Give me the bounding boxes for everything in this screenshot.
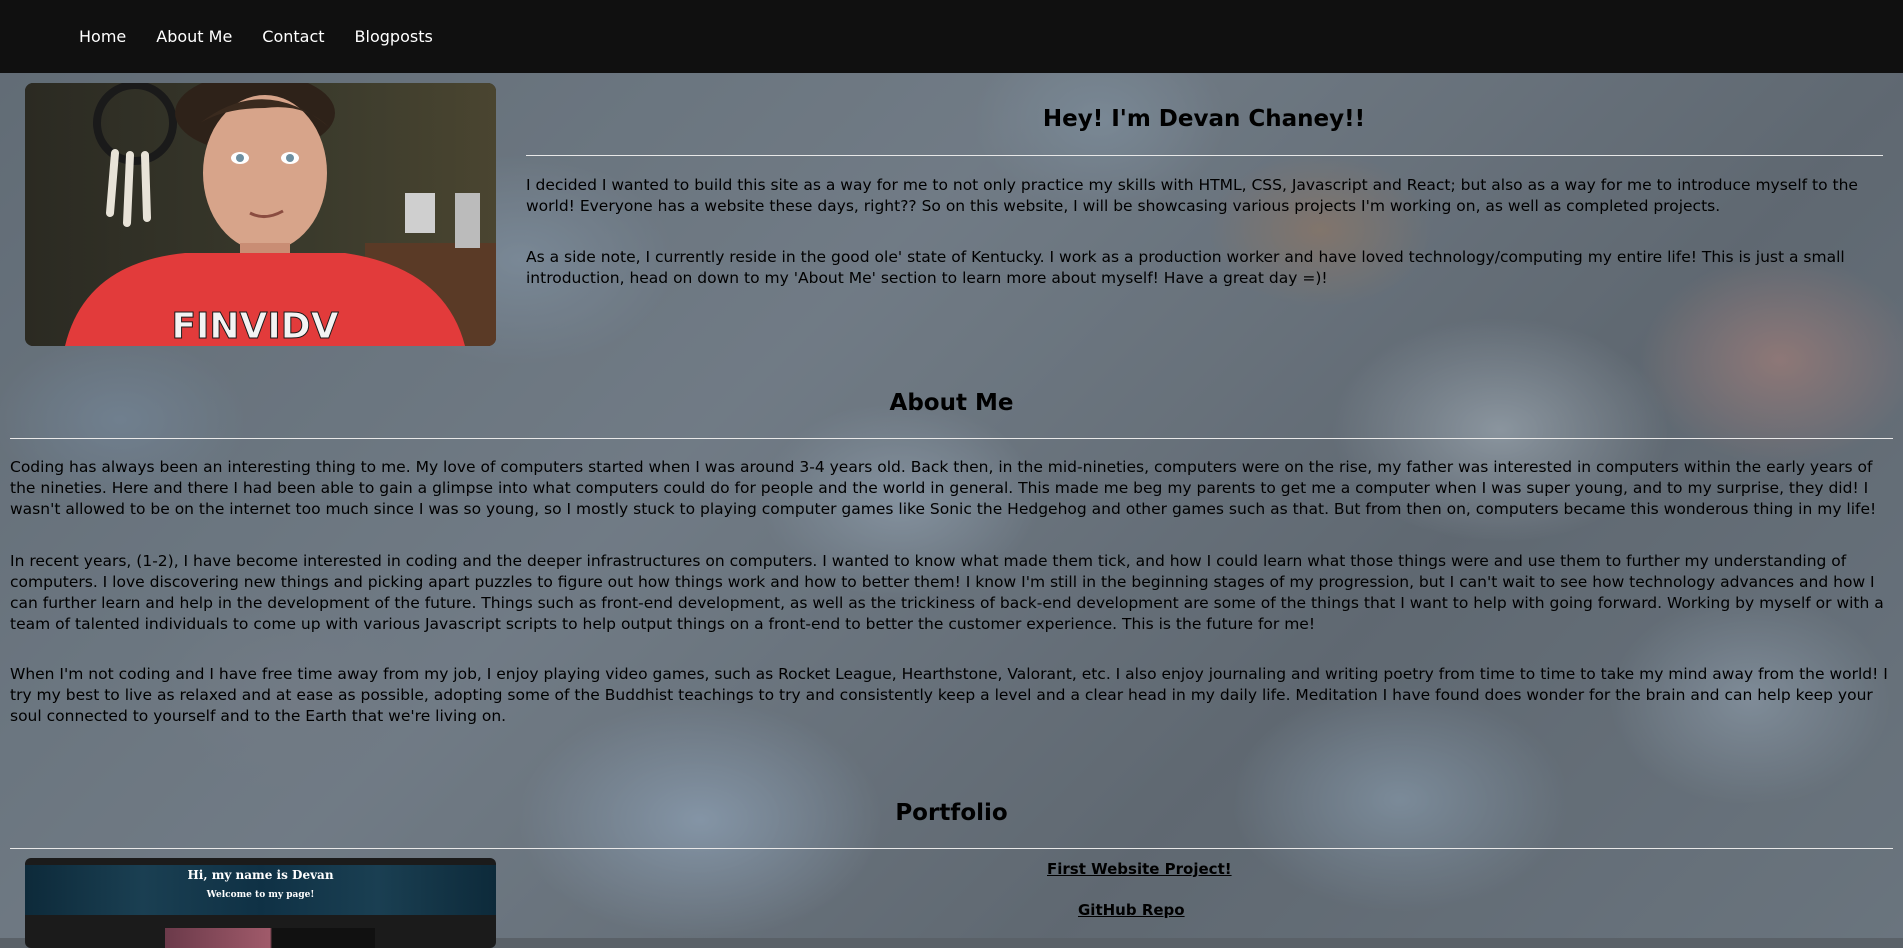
github-repo-link[interactable]: GitHub Repo bbox=[1078, 901, 1185, 919]
profile-photo: FINVIDV bbox=[25, 83, 496, 346]
hero-title: Hey! I'm Devan Chaney!! bbox=[1042, 106, 1366, 132]
thumbnail-title: Hi, my name is Devan bbox=[187, 868, 334, 882]
about-paragraph-1: Coding has always been an interesting th… bbox=[10, 458, 1877, 518]
first-website-project-link[interactable]: First Website Project! bbox=[1047, 860, 1232, 878]
nav-about-link[interactable]: About Me bbox=[141, 27, 247, 46]
portfolio-divider bbox=[10, 848, 1893, 849]
about-paragraph-2: In recent years, (1-2), I have become in… bbox=[10, 552, 1884, 633]
nav-links: Home About Me Contact Blogposts bbox=[64, 27, 448, 46]
about-paragraph-3: When I'm not coding and I have free time… bbox=[10, 665, 1888, 725]
nav-home-link[interactable]: Home bbox=[64, 27, 141, 46]
hero-divider bbox=[526, 155, 1883, 156]
navbar: Home About Me Contact Blogposts bbox=[0, 0, 1903, 73]
hero-paragraph-1: I decided I wanted to build this site as… bbox=[526, 176, 1858, 215]
nav-contact-link[interactable]: Contact bbox=[247, 27, 339, 46]
page: Home About Me Contact Blogposts FINVIDV … bbox=[0, 0, 1903, 948]
hero-paragraph-2: As a side note, I currently reside in th… bbox=[526, 248, 1845, 287]
about-divider bbox=[10, 438, 1893, 439]
thumbnail-subtitle: Welcome to my page! bbox=[206, 890, 315, 900]
svg-text:FINVIDV: FINVIDV bbox=[171, 306, 338, 346]
thumbnail-image bbox=[165, 928, 375, 948]
portfolio-thumbnail[interactable]: Hi, my name is Devan Welcome to my page! bbox=[25, 858, 496, 948]
about-title: About Me bbox=[889, 390, 1014, 416]
nav-blogposts-link[interactable]: Blogposts bbox=[340, 27, 448, 46]
profile-photo-illustration: FINVIDV bbox=[25, 83, 496, 346]
portfolio-title: Portfolio bbox=[895, 800, 1008, 826]
